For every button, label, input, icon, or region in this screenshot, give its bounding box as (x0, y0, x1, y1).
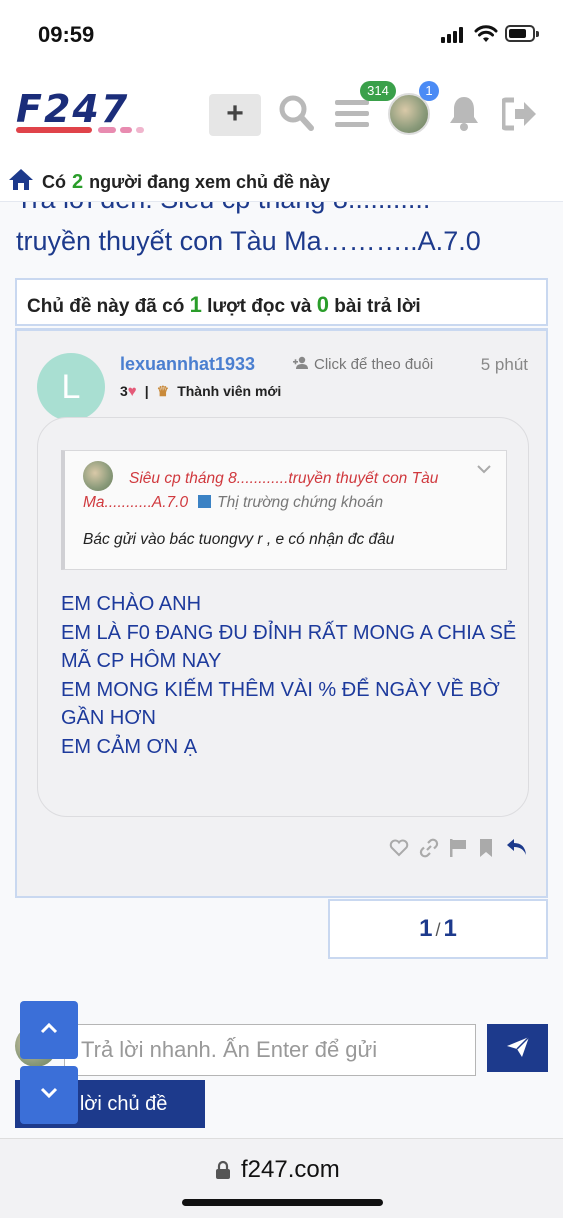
online-suffix: người đang xem chủ đề này (89, 172, 330, 192)
avatar-badge: 1 (419, 81, 439, 101)
clock: 09:59 (38, 22, 95, 47)
thread-title-line2: truyền thuyết con Tàu Ma………..A.7.0 (16, 226, 481, 256)
member-rank: Thành viên mới (177, 383, 282, 399)
online-viewers-bar: Có 2 người đang xem chủ đề này (0, 160, 563, 202)
flag-icon[interactable] (449, 838, 467, 858)
heart-icon: ♥ (127, 383, 137, 400)
link-icon[interactable] (419, 838, 439, 858)
lock-icon (216, 1160, 230, 1179)
like-heart-icon[interactable] (389, 839, 409, 857)
url-text: f247.com (241, 1156, 340, 1183)
thread-stats: Chủ đề này đã có 1 lượt đọc và 0 bài trả… (15, 278, 548, 326)
scroll-down-button[interactable] (20, 1066, 78, 1124)
message-line: EM MONG KIẾM THÊM VÀI % ĐỂ NGÀY VỀ BỜ GẦ… (61, 678, 500, 730)
logout-icon[interactable] (502, 97, 538, 131)
post-time[interactable]: 5 phút (481, 355, 528, 375)
author-meta: 3♥ | ♛ Thành viên mới (120, 383, 282, 400)
author-avatar[interactable]: L (37, 353, 105, 421)
replies-count: 0 (316, 292, 329, 317)
views-count: 1 (189, 292, 202, 317)
battery-icon (505, 25, 539, 42)
home-indicator[interactable] (182, 1199, 383, 1206)
reaction-count: 3 (120, 383, 128, 399)
page-separator: / (435, 920, 441, 940)
message-line: EM LÀ F0 ĐANG ĐU ĐỈNH RẤT MONG A CHIA SẺ… (61, 621, 517, 673)
menu-icon[interactable] (335, 98, 369, 130)
messages-badge: 314 (360, 81, 396, 101)
site-header: F247 + 314 1 (0, 70, 563, 160)
quote-block: Siêu cp tháng 8............truyền thuyết… (61, 450, 507, 570)
quote-category[interactable]: Thị trường chứng khoán (217, 494, 383, 511)
stats-text: Chủ đề này đã có (27, 296, 185, 317)
reply-icon[interactable] (506, 838, 528, 856)
bookmark-icon[interactable] (479, 838, 493, 858)
stats-text: bài trả lời (334, 296, 421, 317)
category-square-icon (198, 495, 212, 508)
online-count: 2 (72, 171, 84, 193)
send-button[interactable] (487, 1024, 548, 1072)
logo-text: F247 (16, 87, 130, 131)
follow-label: Click để theo đuôi (314, 356, 434, 373)
site-logo[interactable]: F247 (16, 90, 168, 136)
author-username[interactable]: lexuannhat1933 (120, 354, 255, 375)
quick-reply-input[interactable]: Trả lời nhanh. Ấn Enter để gửi (64, 1024, 476, 1076)
status-bar: 09:59 (0, 0, 563, 70)
chevron-up-icon (40, 1022, 58, 1034)
signal-icon (441, 27, 467, 43)
online-prefix: Có (42, 172, 66, 192)
follow-button[interactable]: Click để theo đuôi (293, 356, 433, 373)
pagination[interactable]: 1/1 (328, 899, 548, 959)
scroll-up-button[interactable] (20, 1001, 78, 1059)
current-page: 1 (419, 915, 433, 942)
rank-icon: ♛ (156, 383, 170, 399)
stats-text: lượt đọc và (207, 296, 312, 317)
post: L lexuannhat1933 Click để theo đuôi 5 ph… (15, 328, 548, 898)
wifi-icon (474, 25, 498, 42)
new-thread-button[interactable]: + (209, 94, 261, 136)
online-viewers-text: Có 2 người đang xem chủ đề này (42, 171, 330, 194)
quote-body: Bác gửi vào bác tuongvy r , e có nhận đc… (83, 531, 395, 548)
search-icon[interactable] (278, 94, 314, 132)
home-icon[interactable] (8, 167, 34, 191)
send-icon (507, 1036, 530, 1057)
post-body: Siêu cp tháng 8............truyền thuyết… (37, 417, 529, 817)
bell-icon[interactable] (448, 95, 480, 131)
chevron-down-icon (40, 1087, 58, 1099)
message-line: EM CẢM ƠN Ạ (61, 735, 198, 758)
browser-url-bar[interactable]: f247.com (0, 1138, 563, 1218)
total-pages: 1 (443, 915, 457, 942)
post-message: EM CHÀO ANH EM LÀ F0 ĐANG ĐU ĐỈNH RẤT MO… (61, 590, 521, 761)
quote-title[interactable]: Siêu cp tháng 8............truyền thuyết… (83, 467, 473, 515)
chevron-down-icon[interactable] (476, 463, 492, 475)
message-line: EM CHÀO ANH (61, 593, 202, 615)
add-user-icon (293, 356, 308, 369)
